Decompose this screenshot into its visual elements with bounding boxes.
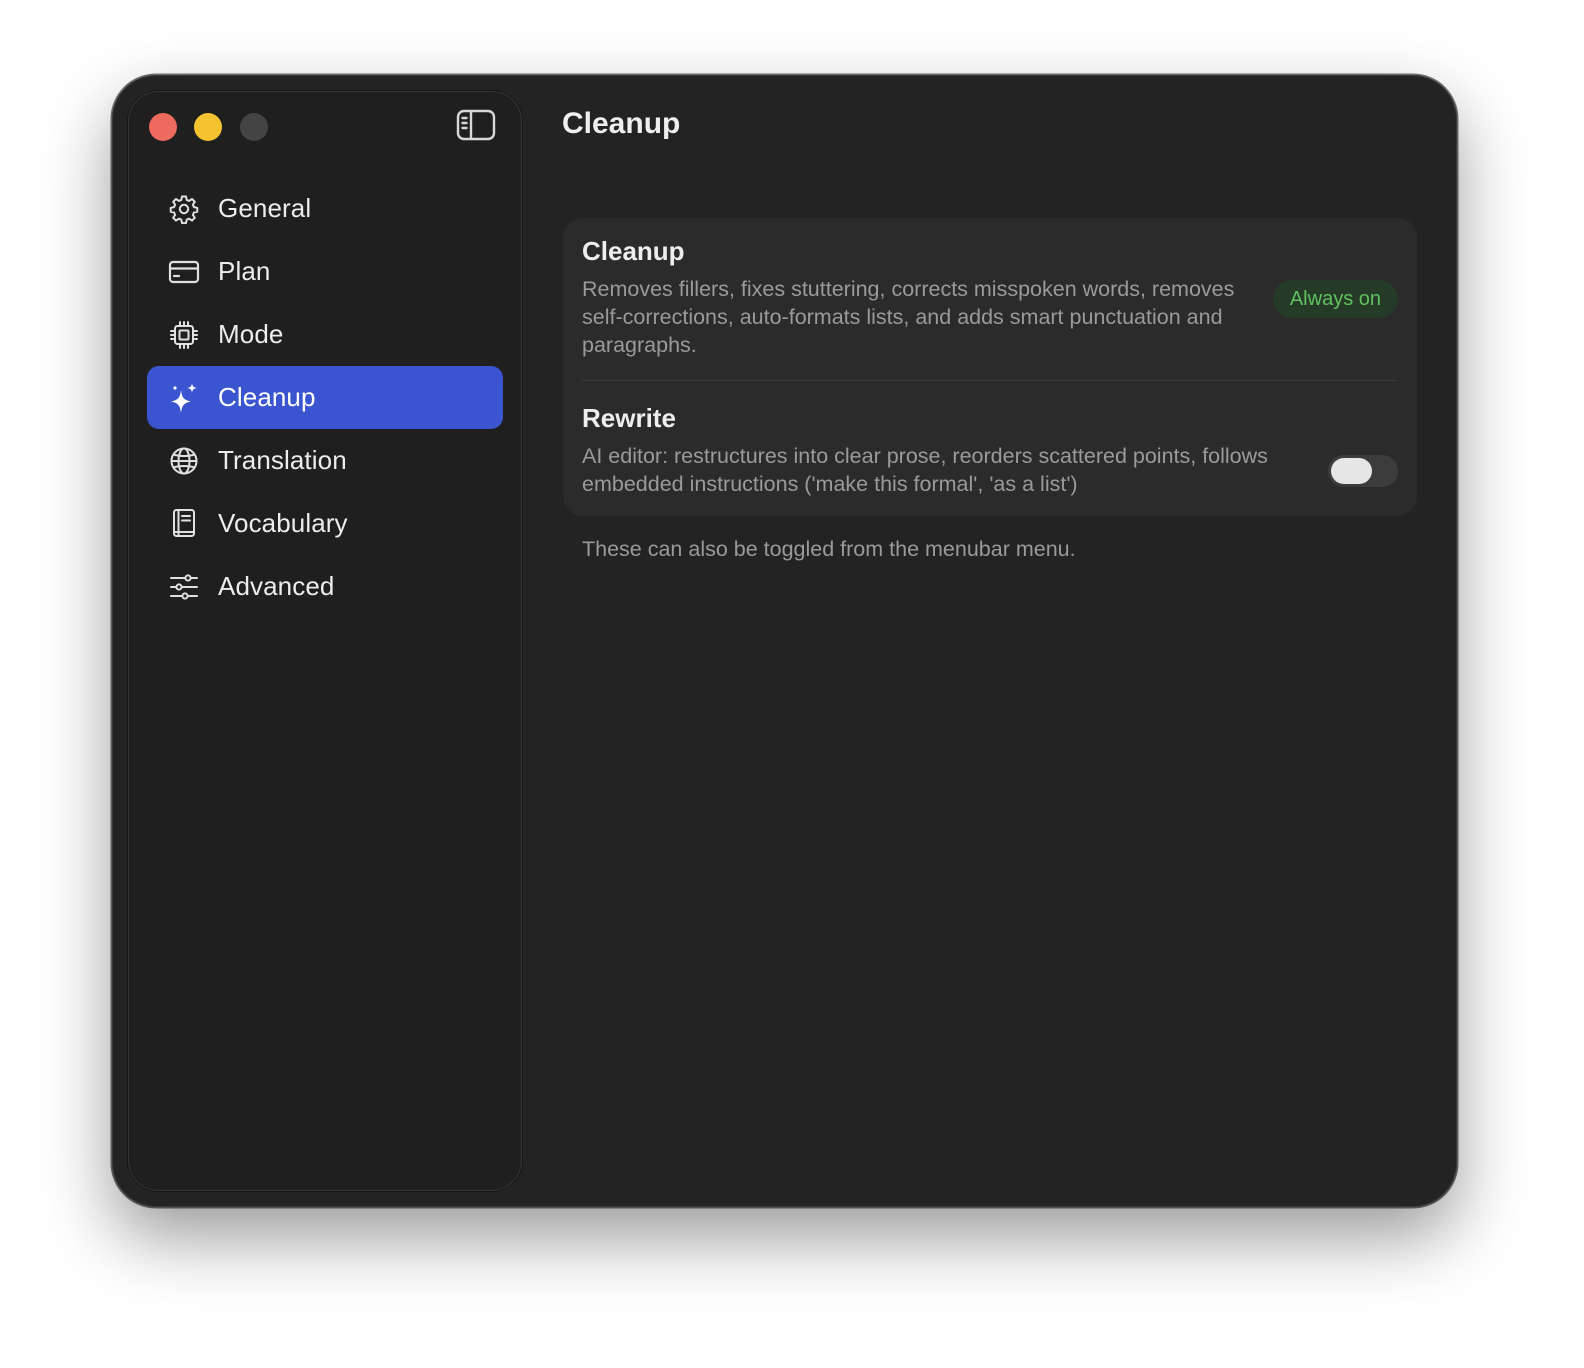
credit-card-icon: [168, 256, 200, 288]
sidebar-left-icon[interactable]: [456, 109, 496, 141]
sparkles-icon: [168, 382, 200, 414]
minimize-window-button[interactable]: [194, 113, 222, 141]
toggle-knob: [1331, 458, 1372, 484]
sliders-icon: [168, 571, 200, 603]
rewrite-setting-row: Rewrite AI editor: restructures into cle…: [582, 403, 1398, 503]
close-window-button[interactable]: [149, 113, 177, 141]
setting-title: Cleanup: [582, 236, 685, 266]
rewrite-toggle[interactable]: [1328, 455, 1398, 487]
sidebar: General Plan Mode Cleanup Translation Vo…: [128, 91, 522, 1191]
zoom-window-button[interactable]: [240, 113, 268, 141]
sidebar-item-label: Advanced: [218, 571, 335, 601]
settings-window: General Plan Mode Cleanup Translation Vo…: [112, 75, 1457, 1207]
settings-card: Cleanup Removes fillers, fixes stutterin…: [563, 218, 1417, 516]
setting-description: Removes fillers, fixes stuttering, corre…: [582, 277, 1235, 357]
sidebar-item-label: Cleanup: [218, 382, 316, 412]
sidebar-item-general[interactable]: General: [147, 177, 503, 240]
setting-description: AI editor: restructures into clear prose…: [582, 444, 1268, 496]
sidebar-item-vocabulary[interactable]: Vocabulary: [147, 492, 503, 555]
book-icon: [168, 508, 200, 540]
globe-icon: [168, 445, 200, 477]
sidebar-item-label: General: [218, 193, 312, 223]
sidebar-item-translation[interactable]: Translation: [147, 429, 503, 492]
sidebar-item-advanced[interactable]: Advanced: [147, 555, 503, 618]
cleanup-setting-row: Cleanup Removes fillers, fixes stutterin…: [582, 236, 1398, 382]
divider: [582, 380, 1398, 381]
sidebar-item-plan[interactable]: Plan: [147, 240, 503, 303]
sidebar-item-cleanup[interactable]: Cleanup: [147, 366, 503, 429]
gear-icon: [168, 193, 200, 225]
sidebar-item-mode[interactable]: Mode: [147, 303, 503, 366]
setting-title: Rewrite: [582, 403, 676, 433]
footnote: These can also be toggled from the menub…: [582, 537, 1076, 561]
page-title: Cleanup: [562, 107, 681, 140]
always-on-badge: Always on: [1272, 280, 1398, 318]
sidebar-item-label: Translation: [218, 445, 347, 475]
sidebar-nav: General Plan Mode Cleanup Translation Vo…: [147, 177, 503, 618]
sidebar-item-label: Vocabulary: [218, 508, 348, 538]
sidebar-item-label: Plan: [218, 256, 271, 286]
sidebar-item-label: Mode: [218, 319, 284, 349]
cpu-chip-icon: [168, 319, 200, 351]
